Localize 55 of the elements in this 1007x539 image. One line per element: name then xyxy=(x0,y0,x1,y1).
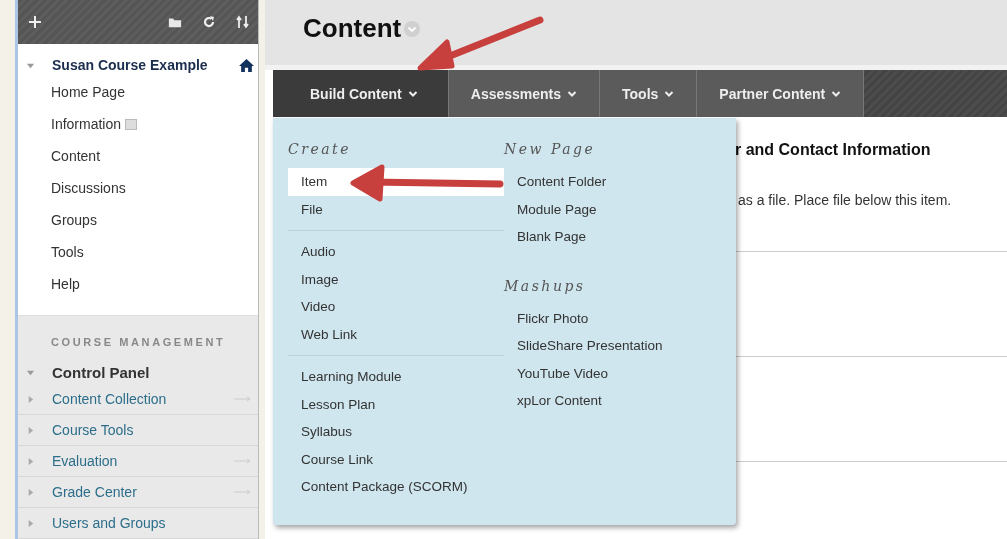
arrow-icon[interactable] xyxy=(234,396,252,402)
menu-item[interactable]: Web Link xyxy=(288,320,504,348)
collapsed-triangle-icon[interactable] xyxy=(26,394,35,404)
collapsed-triangle-icon[interactable] xyxy=(26,518,35,528)
menu-item[interactable]: Audio xyxy=(288,238,504,266)
panel-title[interactable]: Control Panel xyxy=(52,363,150,381)
chevron-icon[interactable] xyxy=(404,20,421,37)
menu-item[interactable]: SlideShare Presentation xyxy=(504,332,724,360)
menu-item[interactable]: Flickr Photo xyxy=(504,304,724,332)
menu-item[interactable]: Lesson Plan xyxy=(288,390,504,418)
control-panel-link[interactable]: Grade Center xyxy=(52,484,234,500)
nav-tab[interactable]: Build Content xyxy=(273,70,449,117)
menu-item[interactable]: Course Link xyxy=(288,445,504,473)
nav-tab[interactable]: Partner Content xyxy=(697,70,865,117)
item-description: as a file. Place file below this item. xyxy=(737,192,953,208)
menu-item[interactable]: Image xyxy=(288,265,504,293)
menu-item[interactable]: Blank Page xyxy=(504,223,724,251)
menu-item[interactable]: Content Folder xyxy=(504,168,724,196)
menu-item[interactable]: File xyxy=(288,195,504,223)
course-menu-link[interactable]: Information xyxy=(51,116,122,133)
collapsed-triangle-icon[interactable] xyxy=(26,456,35,466)
course-title[interactable]: Susan Course Example xyxy=(52,57,239,74)
menu-item[interactable]: Content Package (SCORM) xyxy=(288,473,504,501)
collapsed-triangle-icon[interactable] xyxy=(26,425,35,435)
menu-item[interactable]: YouTube Video xyxy=(504,359,724,387)
menu-item[interactable]: Syllabus xyxy=(288,418,504,446)
course-menu-link[interactable]: Groups xyxy=(51,212,97,229)
control-panel-link[interactable]: Content Collection xyxy=(52,391,234,407)
nav-tab[interactable]: Tools xyxy=(600,70,698,117)
menu-item[interactable]: Learning Module xyxy=(288,363,504,391)
course-menu-link[interactable]: Discussions xyxy=(51,180,126,197)
course-menu-link[interactable]: Home Page xyxy=(51,84,125,101)
arrow-icon[interactable] xyxy=(234,458,252,464)
menu-item[interactable]: xpLor Content xyxy=(504,387,724,415)
menu-section-heading: Create xyxy=(288,140,352,159)
course-menu-link[interactable]: Help xyxy=(51,276,80,293)
control-panel-link[interactable]: Users and Groups xyxy=(52,515,258,531)
plus-icon[interactable] xyxy=(28,15,42,30)
nav-tab[interactable]: Assessments xyxy=(448,70,601,117)
menu-item[interactable]: Video xyxy=(288,293,504,321)
menu-section-heading: New Page xyxy=(504,140,597,159)
control-panel-link[interactable]: Evaluation xyxy=(52,453,234,469)
section-heading: COURSE MANAGEMENT xyxy=(50,336,227,350)
page-title: Content xyxy=(303,13,402,44)
course-menu-link[interactable]: Tools xyxy=(51,244,84,261)
home-icon[interactable] xyxy=(239,57,254,73)
menu-item[interactable]: Module Page xyxy=(504,195,724,223)
control-panel-link[interactable]: Course Tools xyxy=(52,422,258,438)
menu-section-heading: Mashups xyxy=(504,276,587,296)
item-title: r and Contact Information xyxy=(735,141,932,159)
arrow-icon[interactable] xyxy=(234,489,252,495)
collapsed-triangle-icon[interactable] xyxy=(26,487,35,497)
course-menu-link[interactable]: Content xyxy=(51,148,101,165)
sort-icon[interactable] xyxy=(236,15,250,30)
refresh-icon[interactable] xyxy=(202,15,216,30)
